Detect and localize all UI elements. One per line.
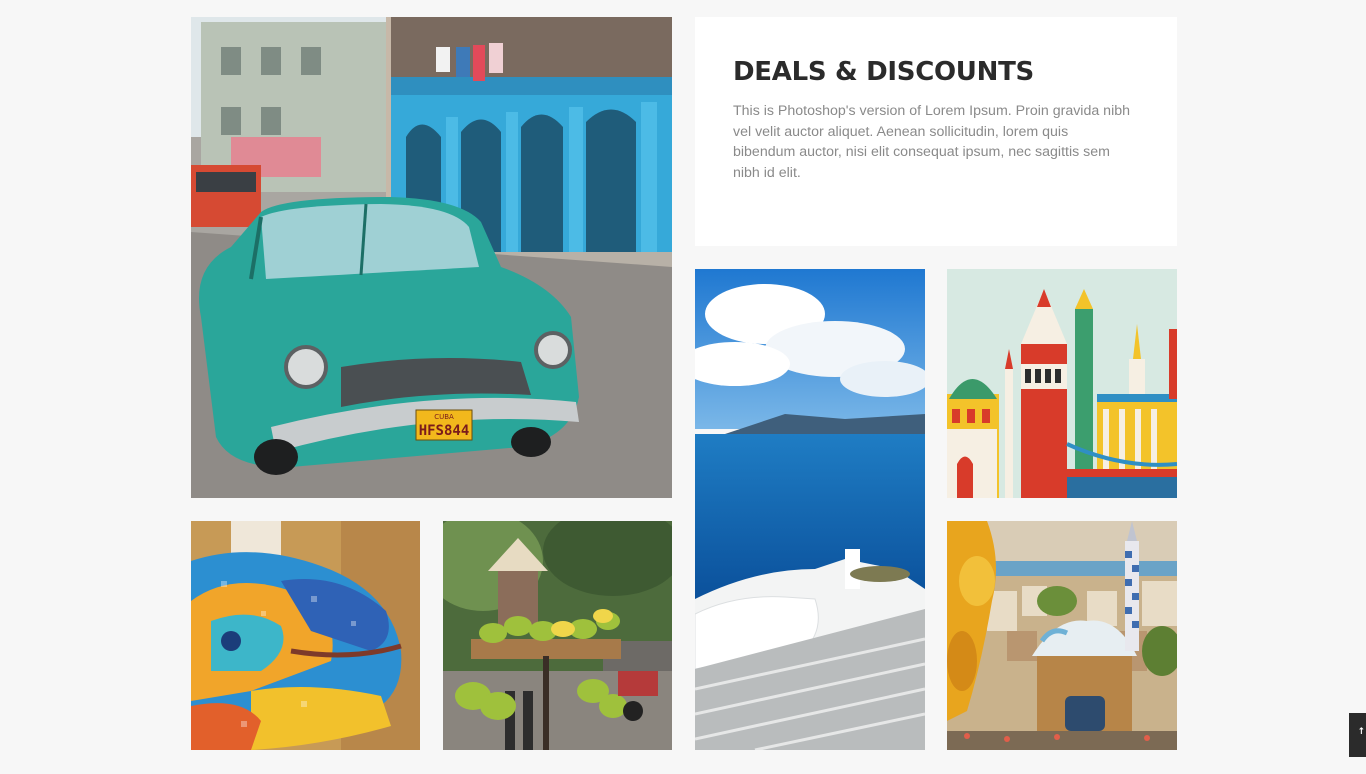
gaudi-mosaic-lizard-photo[interactable] xyxy=(191,521,420,750)
back-to-top-button[interactable]: ↑ xyxy=(1349,713,1366,757)
santorini-sea-view-photo[interactable] xyxy=(695,269,925,750)
mosaic-lizard-image xyxy=(191,521,420,750)
license-plate-number: HFS844 xyxy=(419,423,470,439)
vietnam-fruit-vendor-photo[interactable] xyxy=(443,521,672,750)
havana-classic-car-photo[interactable]: CUBA HFS844 xyxy=(191,17,672,498)
fruit-vendor-image xyxy=(443,521,672,750)
park-guell-barcelona-photo[interactable] xyxy=(947,521,1177,750)
deals-title: DEALS & DISCOUNTS xyxy=(733,57,1034,87)
arrow-up-icon: ↑ xyxy=(1357,727,1365,737)
istanbul-image xyxy=(947,269,1177,498)
deals-panel: DEALS & DISCOUNTS This is Photoshop's ve… xyxy=(695,17,1177,246)
park-guell-image xyxy=(947,521,1177,750)
havana-classic-car-image: CUBA HFS844 xyxy=(191,17,672,498)
istanbul-illustration[interactable] xyxy=(947,269,1177,498)
license-plate-country: CUBA xyxy=(434,413,454,421)
santorini-image xyxy=(695,269,925,750)
gallery-page: CUBA HFS844 DEALS & DISCOUNTS This is Ph… xyxy=(0,0,1366,774)
deals-description: This is Photoshop's version of Lorem Ips… xyxy=(733,103,1131,181)
